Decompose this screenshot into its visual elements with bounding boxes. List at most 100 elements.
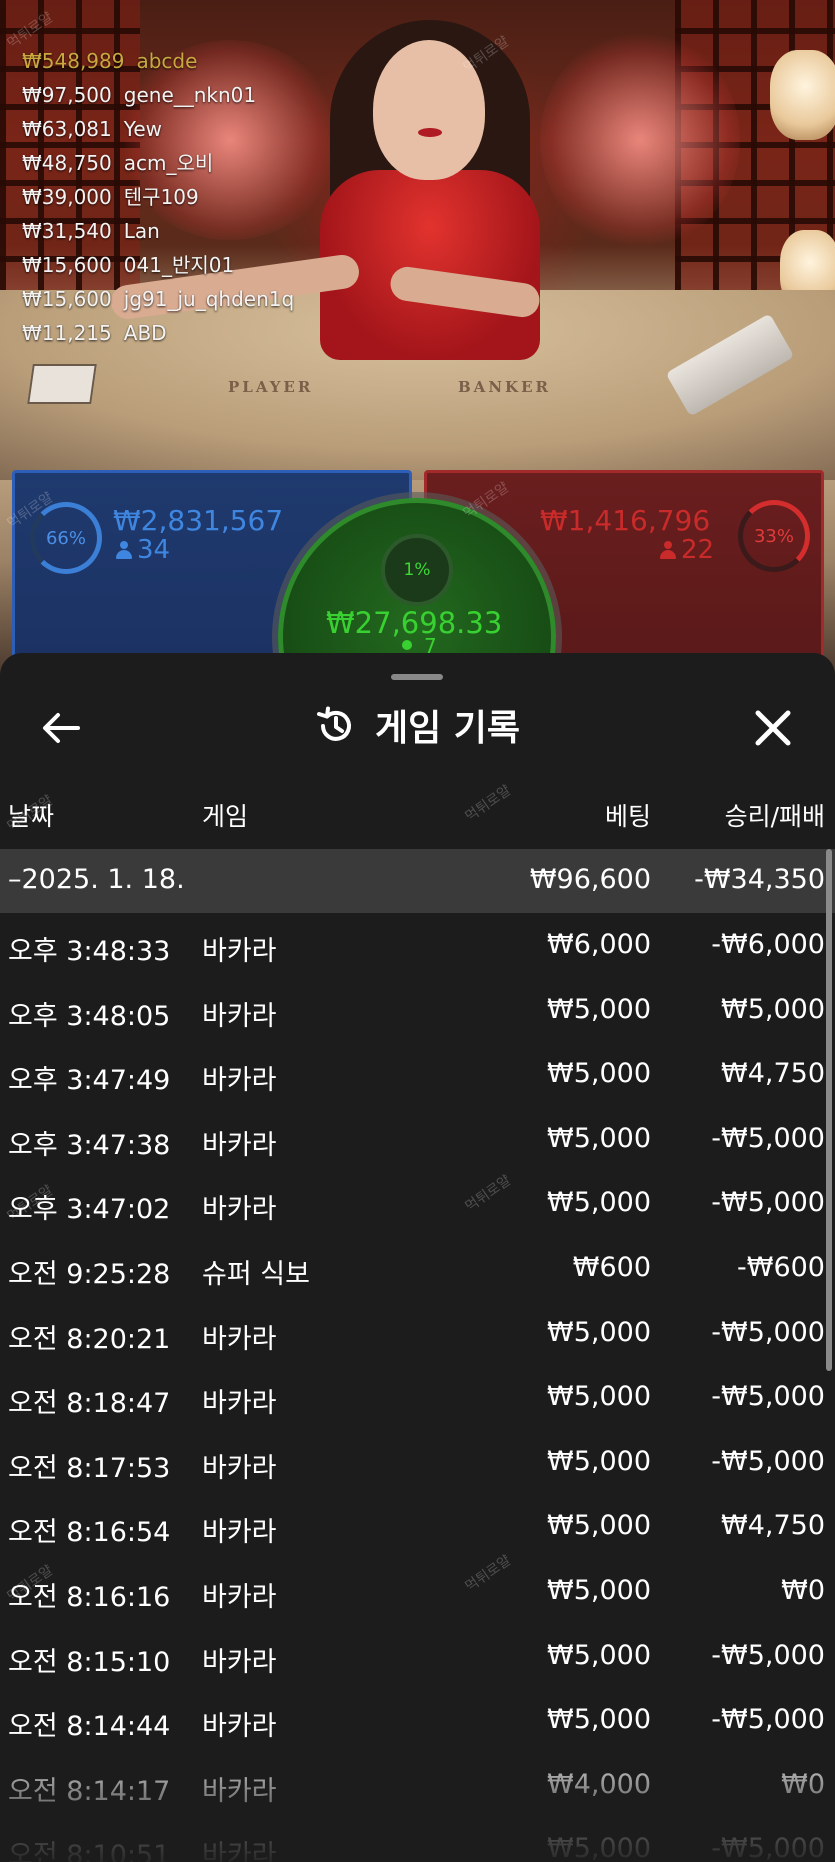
leaderboard-name: 041_반지01 bbox=[123, 253, 235, 277]
row-time: 오전 9:25:28 bbox=[8, 1258, 171, 1290]
history-scrollbar[interactable] bbox=[826, 849, 832, 1371]
leaderboard-name: jg91_ju_qhden1q bbox=[123, 287, 295, 311]
row-game: 바카라 bbox=[202, 1000, 277, 1032]
row-result: ₩0 bbox=[781, 1574, 825, 1606]
row-bet: ₩5,000 bbox=[547, 1510, 651, 1542]
row-bet: ₩5,000 bbox=[547, 1187, 651, 1219]
column-header-game[interactable]: 게임 bbox=[202, 797, 248, 833]
player-bettor-count: 34 bbox=[116, 535, 170, 565]
history-row[interactable]: 오전 8:14:17 바카라 ₩4,000 ₩0 bbox=[0, 1755, 835, 1820]
history-row[interactable]: 오후 3:47:49 바카라 ₩5,000 ₩4,750 bbox=[0, 1044, 835, 1109]
row-result: -₩5,000 bbox=[711, 1122, 825, 1154]
row-game: 바카라 bbox=[202, 936, 277, 967]
row-result: -₩5,000 bbox=[711, 1833, 825, 1862]
history-icon bbox=[315, 705, 357, 762]
person-icon bbox=[660, 541, 676, 559]
history-row[interactable]: 오전 8:20:21 바카라 ₩5,000 -₩5,000 bbox=[0, 1303, 835, 1368]
player-count-value: 34 bbox=[137, 535, 171, 565]
player-total-amount: ₩2,831,567 bbox=[113, 504, 284, 537]
leaderboard-name: gene__nkn01 bbox=[123, 83, 257, 107]
banker-bettor-count: 22 bbox=[660, 535, 714, 565]
leaderboard-name: 텐구109 bbox=[123, 185, 199, 209]
close-button[interactable] bbox=[748, 705, 798, 751]
row-time: 오전 8:14:17 bbox=[8, 1775, 171, 1807]
row-game: 바카라 bbox=[202, 1840, 277, 1862]
history-row[interactable]: 오전 8:17:53 바카라 ₩5,000 -₩5,000 bbox=[0, 1432, 835, 1497]
history-row[interactable]: 오전 8:18:47 바카라 ₩5,000 -₩5,000 bbox=[0, 1367, 835, 1432]
column-header-result[interactable]: 승리/패배 bbox=[725, 797, 825, 833]
history-row[interactable]: 오전 8:10:51 바카라 ₩5,000 -₩5,000 bbox=[0, 1819, 835, 1862]
history-row[interactable]: 오후 3:48:05 바카라 ₩5,000 ₩5,000 bbox=[0, 980, 835, 1045]
card-shoe bbox=[27, 364, 97, 404]
person-icon bbox=[116, 541, 132, 559]
row-time: 오전 8:14:44 bbox=[8, 1711, 171, 1743]
row-result: ₩0 bbox=[781, 1768, 825, 1800]
leaderboard-amount: ₩15,600 bbox=[22, 287, 112, 311]
leaderboard-name: ABD bbox=[123, 321, 167, 345]
leaderboard-name: Lan bbox=[123, 219, 160, 243]
leaderboard-amount: ₩548,989 bbox=[22, 49, 125, 73]
row-game: 바카라 bbox=[202, 1775, 277, 1807]
date-group-row[interactable]: –2025. 1. 18. ₩96,600 -₩34,350 bbox=[0, 849, 835, 913]
leaderboard-row: ₩97,500 gene__nkn01 bbox=[22, 78, 294, 112]
row-bet: ₩5,000 bbox=[547, 1381, 651, 1413]
row-time: 오전 8:18:47 bbox=[8, 1388, 171, 1420]
close-icon bbox=[755, 710, 791, 746]
row-time: 오전 8:15:10 bbox=[8, 1646, 171, 1678]
row-time: 오전 8:10:51 bbox=[8, 1840, 171, 1862]
leaderboard-name: acm_오비 bbox=[123, 151, 214, 175]
dealer-lips bbox=[418, 128, 442, 137]
row-time: 오후 3:48:33 bbox=[8, 936, 171, 967]
leaderboard-amount: ₩31,540 bbox=[22, 219, 112, 243]
row-game: 바카라 bbox=[202, 1129, 277, 1161]
watermark: 먹튀로얄 bbox=[462, 782, 515, 826]
table-label-player: PLAYER bbox=[228, 378, 314, 396]
history-row[interactable]: 오전 8:16:54 바카라 ₩5,000 ₩4,750 bbox=[0, 1496, 835, 1561]
leaderboard-amount: ₩97,500 bbox=[22, 83, 112, 107]
row-bet: ₩5,000 bbox=[547, 1704, 651, 1736]
sheet-title: 게임 기록 bbox=[0, 703, 835, 755]
row-result: -₩5,000 bbox=[711, 1639, 825, 1671]
leaderboard-row: ₩31,540 Lan bbox=[22, 214, 294, 248]
leaderboard-row: ₩548,989 abcde bbox=[22, 44, 294, 78]
history-row[interactable]: 오전 8:16:16 바카라 ₩5,000 ₩0 bbox=[0, 1561, 835, 1626]
row-game: 바카라 bbox=[202, 1711, 277, 1743]
row-bet: ₩5,000 bbox=[547, 993, 651, 1025]
table-label-banker: BANKER bbox=[458, 378, 551, 396]
row-result: -₩5,000 bbox=[711, 1445, 825, 1477]
winners-leaderboard: ₩548,989 abcde ₩97,500 gene__nkn01 ₩63,081… bbox=[22, 44, 294, 350]
leaderboard-amount: ₩11,215 bbox=[22, 321, 112, 345]
history-list[interactable]: 오후 3:48:33 바카라 ₩6,000 -₩6,000 오후 3:48:05 바카라… bbox=[0, 915, 835, 1862]
row-time: 오전 8:20:21 bbox=[8, 1323, 171, 1355]
row-bet: ₩6,000 bbox=[547, 929, 651, 960]
column-header-bet[interactable]: 베팅 bbox=[605, 797, 651, 833]
row-result: ₩4,750 bbox=[721, 1058, 825, 1090]
row-game: 바카라 bbox=[202, 1065, 277, 1097]
leaderboard-row: ₩48,750 acm_오비 bbox=[22, 146, 294, 180]
row-time: 오후 3:47:38 bbox=[8, 1129, 171, 1161]
row-game: 바카라 bbox=[202, 1194, 277, 1226]
banker-count-value: 22 bbox=[681, 535, 715, 565]
history-row[interactable]: 오전 8:14:44 바카라 ₩5,000 -₩5,000 bbox=[0, 1690, 835, 1755]
row-game: 바카라 bbox=[202, 1388, 277, 1420]
leaderboard-row: ₩15,600 041_반지01 bbox=[22, 248, 294, 282]
leaderboard-row: ₩15,600 jg91_ju_qhden1q bbox=[22, 282, 294, 316]
game-history-sheet: 게임 기록 날짜 게임 베팅 승리/패배 –2025. 1. 18. ₩96,6… bbox=[0, 653, 835, 1862]
banker-percent-ring: 33% bbox=[738, 500, 810, 572]
row-bet: ₩4,000 bbox=[547, 1768, 651, 1800]
row-bet: ₩5,000 bbox=[547, 1445, 651, 1477]
leaderboard-name: abcde bbox=[136, 49, 198, 73]
row-time: 오후 3:48:05 bbox=[8, 1000, 171, 1032]
history-row[interactable]: 오후 3:48:33 바카라 ₩6,000 -₩6,000 bbox=[0, 915, 835, 980]
row-game: 바카라 bbox=[202, 1517, 277, 1549]
row-game: 바카라 bbox=[202, 1452, 277, 1484]
tie-bettor-icon bbox=[402, 640, 412, 650]
history-row[interactable]: 오후 3:47:38 바카라 ₩5,000 -₩5,000 bbox=[0, 1109, 835, 1174]
row-bet: ₩5,000 bbox=[547, 1574, 651, 1606]
sheet-drag-handle[interactable] bbox=[391, 674, 443, 680]
row-result: ₩4,750 bbox=[721, 1510, 825, 1542]
history-row[interactable]: 오후 3:47:02 바카라 ₩5,000 -₩5,000 bbox=[0, 1173, 835, 1238]
blossom-decoration bbox=[540, 30, 740, 250]
history-row[interactable]: 오전 9:25:28 슈퍼 식보 ₩600 -₩600 bbox=[0, 1238, 835, 1303]
history-row[interactable]: 오전 8:15:10 바카라 ₩5,000 -₩5,000 bbox=[0, 1626, 835, 1691]
